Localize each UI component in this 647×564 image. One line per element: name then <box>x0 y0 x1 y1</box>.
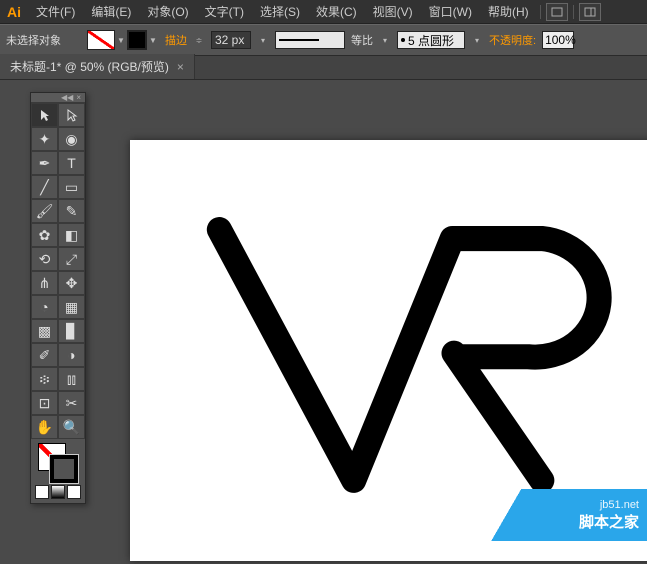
stroke-swatch-large[interactable] <box>50 455 78 483</box>
tool-scale[interactable]: ⤢ <box>58 247 85 271</box>
fill-stroke-swatches[interactable] <box>38 443 78 483</box>
menu-edit[interactable]: 编辑(E) <box>83 0 139 23</box>
tool-rectangle[interactable]: ▭ <box>58 175 85 199</box>
menu-window[interactable]: 窗口(W) <box>421 0 480 23</box>
none-mode-btn[interactable] <box>67 485 81 499</box>
work-area: ◀◀× ✦ ◉ ✒ T ╱ ▭ 🖌 ✎ ✿ ◧ ⟲ ⤢ ⋔ ✥ ◔ ▦ ▩ ▊ … <box>0 80 647 541</box>
tool-free-transform[interactable]: ✥ <box>58 271 85 295</box>
tool-type[interactable]: T <box>58 151 85 175</box>
selection-status: 未选择对象 <box>6 32 61 48</box>
tool-eraser[interactable]: ◧ <box>58 223 85 247</box>
dot-icon <box>401 38 405 42</box>
tool-gradient[interactable]: ▊ <box>58 319 85 343</box>
gradient-mode-btn[interactable] <box>51 485 65 499</box>
close-icon: × <box>76 93 81 102</box>
stroke-dropdown[interactable]: ▼ <box>147 31 159 49</box>
tool-perspective[interactable]: ▦ <box>58 295 85 319</box>
fill-stroke-block <box>31 439 85 503</box>
tool-slice[interactable]: ✂ <box>58 391 85 415</box>
brush-profile-field[interactable]: 5 点圆形 <box>397 31 465 49</box>
tool-symbol-sprayer[interactable]: ፨ <box>31 367 58 391</box>
tool-pencil[interactable]: ✎ <box>58 199 85 223</box>
menu-file[interactable]: 文件(F) <box>28 0 83 23</box>
tool-magic-wand[interactable]: ✦ <box>31 127 58 151</box>
collapse-icon: ◀◀ <box>61 93 73 102</box>
stroke-stepper[interactable]: ≑ <box>193 31 205 49</box>
tool-hand[interactable]: ✋ <box>31 415 58 439</box>
opacity-label[interactable]: 不透明度: <box>489 32 536 48</box>
separator <box>540 5 541 19</box>
document-tab-title: 未标题-1* @ 50% (RGB/预览) <box>10 58 169 75</box>
tool-blob-brush[interactable]: ✿ <box>31 223 58 247</box>
document-tab[interactable]: 未标题-1* @ 50% (RGB/预览) × <box>0 54 195 79</box>
menu-help[interactable]: 帮助(H) <box>480 0 537 23</box>
tool-eyedropper[interactable]: ✐ <box>31 343 58 367</box>
tool-selection[interactable] <box>31 103 58 127</box>
tools-panel: ◀◀× ✦ ◉ ✒ T ╱ ▭ 🖌 ✎ ✿ ◧ ⟲ ⤢ ⋔ ✥ ◔ ▦ ▩ ▊ … <box>30 92 86 504</box>
opacity-field[interactable]: 100% <box>542 31 574 49</box>
tool-pen[interactable]: ✒ <box>31 151 58 175</box>
stroke-label[interactable]: 描边 <box>165 32 187 48</box>
scale-dropdown[interactable]: ▾ <box>379 31 391 49</box>
watermark-text: 脚本之家 <box>579 511 639 532</box>
profile-dropdown[interactable]: ▾ <box>471 31 483 49</box>
document-tab-bar: 未标题-1* @ 50% (RGB/预览) × <box>0 56 647 80</box>
tool-brush[interactable]: 🖌 <box>31 199 58 223</box>
separator <box>573 5 574 19</box>
tool-zoom[interactable]: 🔍 <box>58 415 85 439</box>
tool-graph[interactable]: ⫾⫾ <box>58 367 85 391</box>
menu-type[interactable]: 文字(T) <box>197 0 252 23</box>
tool-line[interactable]: ╱ <box>31 175 58 199</box>
color-mode-btn[interactable] <box>35 485 49 499</box>
tool-blend[interactable]: ◑ <box>58 343 85 367</box>
layout-button-1[interactable] <box>546 3 568 21</box>
menu-effect[interactable]: 效果(C) <box>308 0 365 23</box>
menu-select[interactable]: 选择(S) <box>252 0 308 23</box>
tool-shape-builder[interactable]: ◔ <box>31 295 58 319</box>
black-swatch-icon <box>128 31 146 49</box>
tools-panel-header[interactable]: ◀◀× <box>31 93 85 103</box>
fill-dropdown[interactable]: ▼ <box>115 31 127 49</box>
tool-rotate[interactable]: ⟲ <box>31 247 58 271</box>
fill-swatch[interactable] <box>87 30 115 50</box>
stroke-weight-field[interactable]: 32 px <box>211 31 251 49</box>
variable-width-field[interactable] <box>275 31 345 49</box>
tool-artboard[interactable]: ⊡ <box>31 391 58 415</box>
menu-object[interactable]: 对象(O) <box>139 0 196 23</box>
close-tab-icon[interactable]: × <box>177 60 184 74</box>
layout-icon <box>584 7 596 17</box>
control-bar: 未选择对象 ▼ ▼ 描边 ≑ 32 px ▾ 等比 ▾ 5 点圆形 ▾ 不透明度… <box>0 24 647 56</box>
tool-direct-selection[interactable] <box>58 103 85 127</box>
brush-profile-text: 5 点圆形 <box>408 32 454 49</box>
stroke-swatch[interactable] <box>127 30 147 50</box>
menu-view[interactable]: 视图(V) <box>365 0 421 23</box>
tool-lasso[interactable]: ◉ <box>58 127 85 151</box>
tool-mesh[interactable]: ▩ <box>31 319 58 343</box>
tool-width[interactable]: ⋔ <box>31 271 58 295</box>
stroke-preview-icon <box>279 39 319 41</box>
layout-button-2[interactable] <box>579 3 601 21</box>
menu-bar: Ai 文件(F) 编辑(E) 对象(O) 文字(T) 选择(S) 效果(C) 视… <box>0 0 647 24</box>
watermark-url: jb51.net <box>600 499 639 511</box>
stroke-weight-dropdown[interactable]: ▾ <box>257 31 269 49</box>
scale-label: 等比 <box>351 32 373 48</box>
doc-icon <box>551 7 563 17</box>
app-logo: Ai <box>0 0 28 24</box>
watermark: jb51.net 脚本之家 <box>487 489 647 541</box>
